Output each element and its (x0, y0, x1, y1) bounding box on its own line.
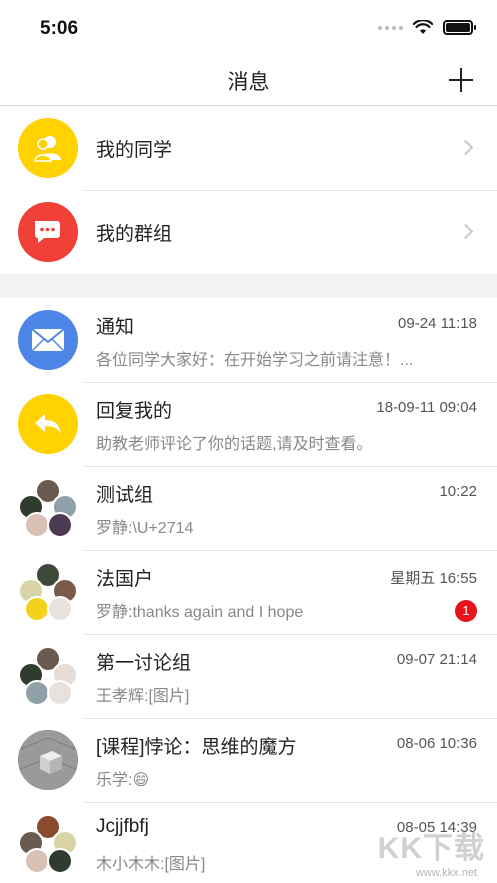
chat-bubbles-icon (18, 202, 78, 262)
message-row[interactable]: [课程]悖论：思维的魔方 08-06 10:36 乐学:😄 (0, 718, 497, 802)
group-avatar (18, 646, 78, 706)
group-avatar (18, 478, 78, 538)
message-time: 09-24 11:18 (398, 315, 477, 332)
battery-icon (443, 20, 476, 35)
message-time: 18-09-11 09:04 (376, 399, 477, 416)
message-preview: 各位同学大家好：在开始学习之前请注意！... (96, 352, 414, 369)
message-row[interactable]: 第一讨论组 09-07 21:14 王孝辉:[图片] (0, 634, 497, 718)
member-avatar (47, 680, 73, 706)
entry-label: 我的群组 (96, 224, 173, 245)
section-divider (0, 274, 497, 298)
member-avatar (47, 596, 73, 622)
group-avatar (18, 562, 78, 622)
reply-icon (18, 394, 78, 454)
message-title: [课程]悖论：思维的魔方 (96, 737, 297, 758)
message-preview: 王孝辉:[图片] (96, 688, 190, 705)
watermark: KK下载 www.kkx.net (369, 823, 489, 879)
message-title: 通知 (96, 317, 135, 338)
member-avatar (47, 848, 73, 874)
group-avatar (18, 814, 78, 874)
unread-badge: 1 (455, 600, 477, 622)
wifi-icon (413, 20, 433, 34)
message-row[interactable]: 测试组 10:22 罗静:\U+2714 (0, 466, 497, 550)
message-title: 第一讨论组 (96, 653, 192, 674)
watermark-logo: KK下载 (377, 832, 485, 865)
status-icons (378, 20, 476, 35)
message-row[interactable]: 通知 09-24 11:18 各位同学大家好：在开始学习之前请注意！... (0, 298, 497, 382)
message-row[interactable]: 回复我的 18-09-11 09:04 助教老师评论了你的话题,请及时查看。 (0, 382, 497, 466)
page-title: 消息 (227, 71, 270, 94)
message-preview: 助教老师评论了你的话题,请及时查看。 (96, 436, 373, 453)
member-avatar (47, 512, 73, 538)
message-title: 法国户 (96, 569, 154, 590)
classmates-icon (18, 118, 78, 178)
chevron-right-icon (457, 223, 474, 240)
chevron-right-icon (457, 139, 474, 156)
entries-list: 我的同学 我的群组 通知 09-24 11:18 各位同学大家好：在开始学习之前… (0, 106, 497, 883)
message-time: 08-06 10:36 (396, 735, 477, 752)
message-time: 星期五 16:55 (390, 570, 477, 587)
course-cube-icon (18, 730, 78, 790)
entry-label: 我的同学 (96, 140, 173, 161)
message-preview: 罗静:\U+2714 (96, 520, 194, 537)
status-time: 5:06 (40, 18, 79, 39)
message-time: 10:22 (439, 483, 477, 500)
watermark-url: www.kkx.net (415, 867, 477, 879)
message-preview: 罗静:thanks again and I hope (96, 604, 304, 621)
add-button[interactable] (445, 64, 477, 96)
message-time: 09-07 21:14 (396, 651, 477, 668)
signal-icon (378, 25, 403, 30)
nav-bar: 消息 (0, 58, 497, 106)
mail-icon (18, 310, 78, 370)
message-preview: 乐学:😄 (96, 772, 150, 789)
message-title: 回复我的 (96, 401, 173, 422)
message-row[interactable]: 法国户 星期五 16:55 罗静:thanks again and I hope… (0, 550, 497, 634)
status-bar: 5:06 (0, 0, 497, 58)
message-title: Jcjjfbfj (96, 816, 149, 837)
message-preview: 木小木木:[图片] (96, 856, 206, 873)
my-groups-row[interactable]: 我的群组 (0, 190, 497, 274)
message-title: 测试组 (96, 485, 154, 506)
my-classmates-row[interactable]: 我的同学 (0, 106, 497, 190)
